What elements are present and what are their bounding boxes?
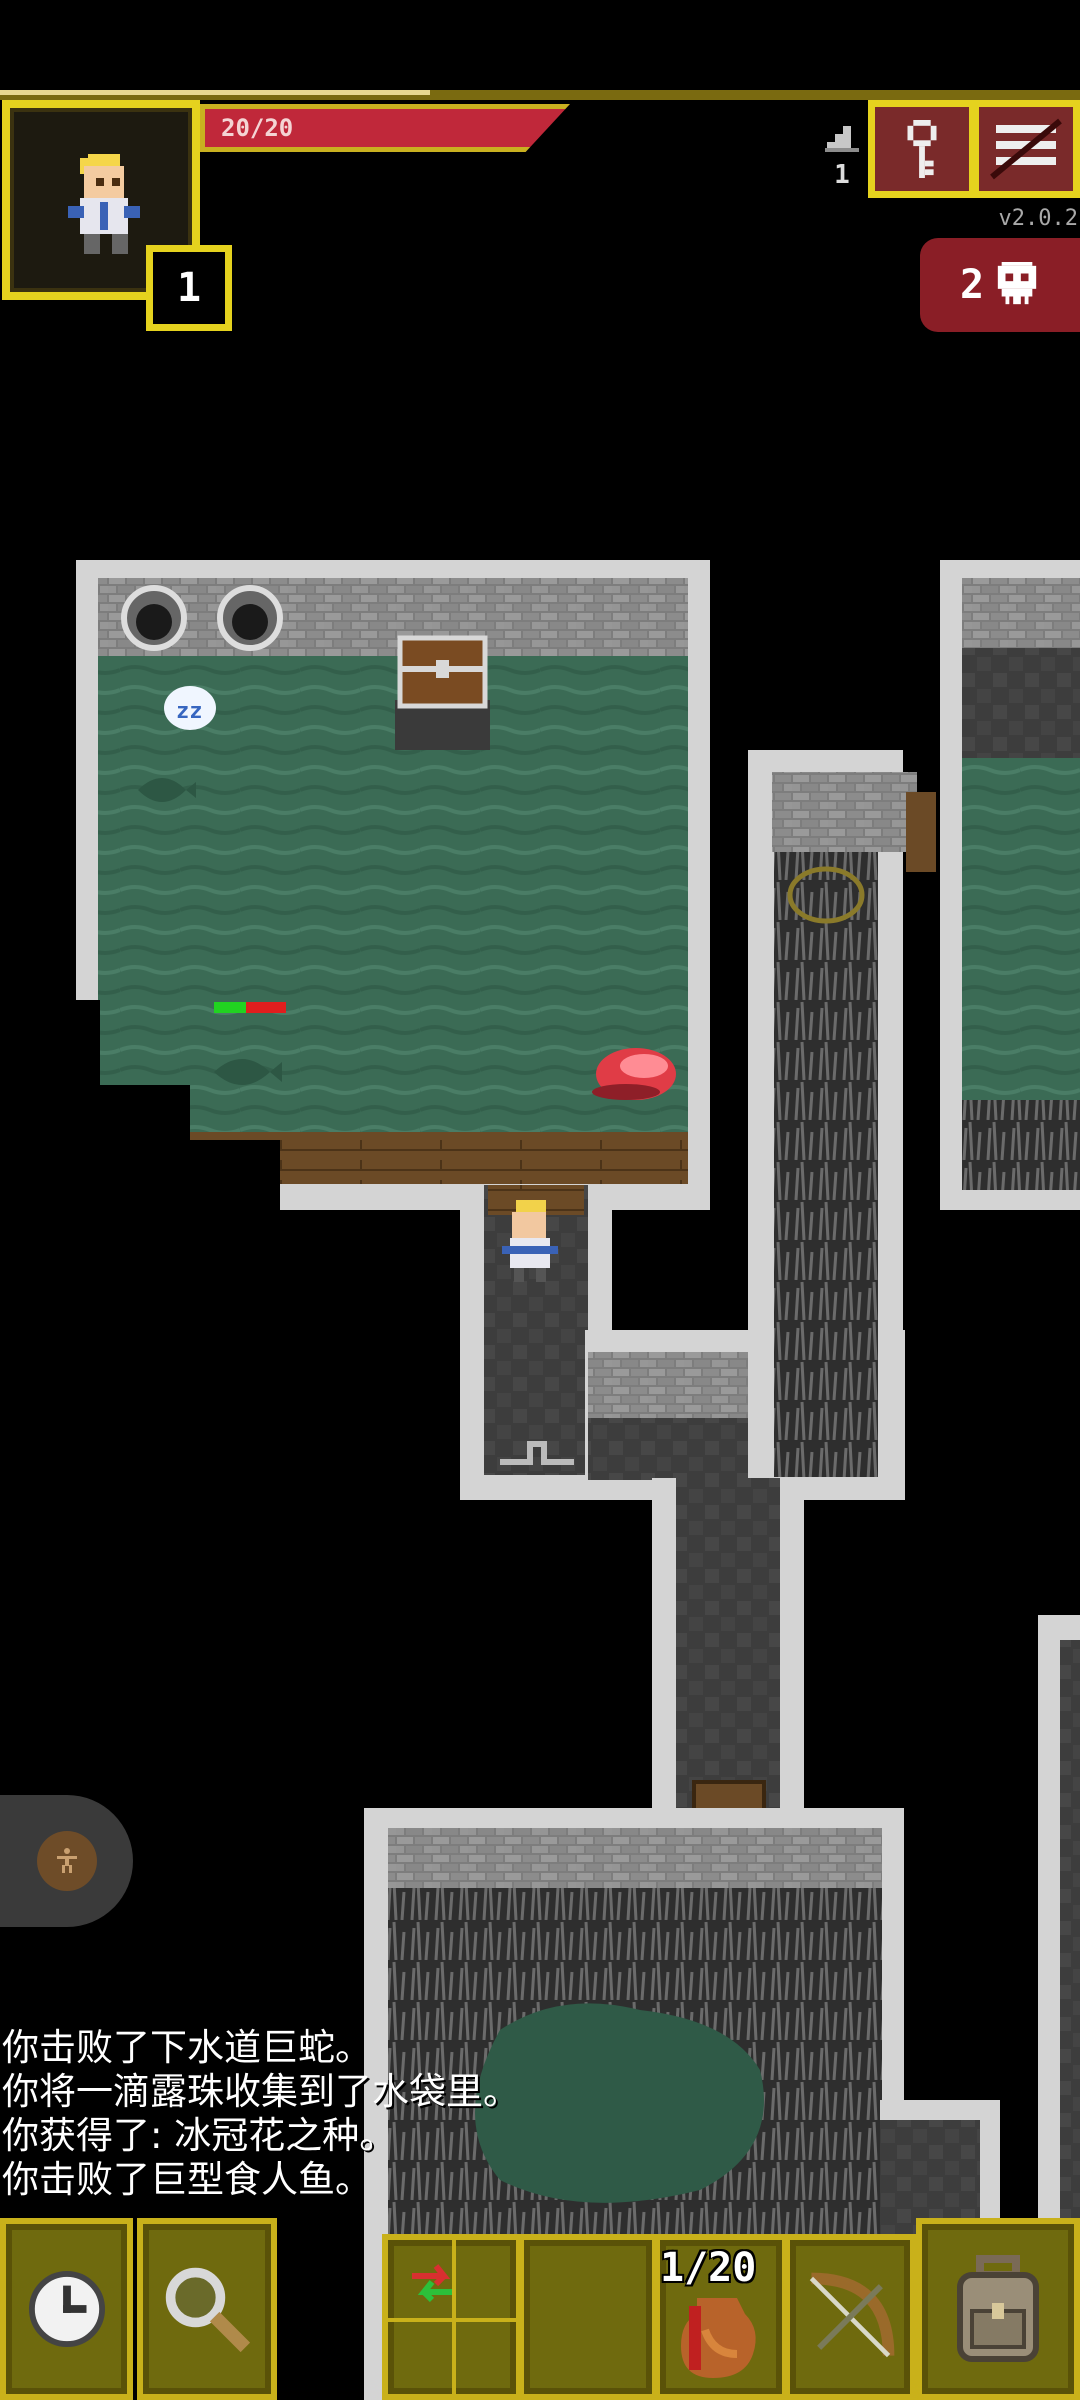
- hud-top-bar: [0, 90, 1080, 100]
- game-log: 你击败了下水道巨蛇。 你将一滴露珠收集到了水袋里。 你获得了: 冰冠花之种。 你…: [2, 2026, 1002, 2202]
- quickslot-empty[interactable]: [518, 2234, 658, 2400]
- hp-bar: 20/20: [200, 104, 570, 152]
- hero-icon: [68, 154, 140, 254]
- backpack-button[interactable]: [916, 2218, 1080, 2400]
- svg-text:zz: zz: [176, 699, 203, 724]
- corridor-brick: [772, 772, 917, 852]
- stairs-icon: [825, 126, 859, 152]
- hero-level: 1: [176, 265, 202, 311]
- tall-grass[interactable]: [774, 852, 878, 1477]
- log-line: 你获得了: 冰冠花之种。: [2, 2114, 397, 2157]
- version-label: v2.0.2: [998, 206, 1078, 231]
- menu-icon: [990, 118, 1062, 180]
- waterskin-icon: [681, 2298, 756, 2378]
- quickslot-count: 1/20: [660, 2245, 757, 2291]
- room-floor[interactable]: [962, 648, 1080, 758]
- backpack-icon: [957, 2255, 1039, 2362]
- bow-icon: [809, 2272, 895, 2358]
- log-line: 你击败了下水道巨蛇。: [2, 2026, 372, 2069]
- room-brick-wall: [388, 1828, 882, 1888]
- dewdrop-item[interactable]: zz: [164, 686, 216, 730]
- enemy-health-bar-missing: [246, 1002, 286, 1013]
- log-line: 你击败了巨型食人鱼。: [2, 2158, 372, 2201]
- quickslot-swap-button[interactable]: [382, 2234, 522, 2400]
- depth-indicator[interactable]: 1: [822, 122, 862, 190]
- accessibility-icon: [36, 1831, 97, 1891]
- magnifier-icon: [165, 2267, 251, 2353]
- depth-number: 1: [834, 160, 850, 190]
- skull-icon: [997, 262, 1037, 305]
- key-icon: [907, 120, 937, 178]
- search-button[interactable]: [137, 2218, 277, 2400]
- quickslot-bow[interactable]: [784, 2234, 916, 2400]
- danger-count: 2: [959, 262, 985, 308]
- wait-button[interactable]: [0, 2218, 133, 2400]
- log-line: 你将一滴露珠收集到了水袋里。: [2, 2070, 520, 2113]
- accessibility-handle[interactable]: [0, 1795, 133, 1927]
- menu-button[interactable]: [972, 100, 1080, 198]
- journal-button[interactable]: [868, 100, 976, 198]
- door[interactable]: [906, 792, 936, 872]
- treasure-chest[interactable]: [395, 635, 490, 750]
- hero-level-badge: 1: [146, 245, 232, 331]
- clock-icon: [28, 2270, 105, 2348]
- hp-text: 20/20: [221, 114, 294, 142]
- tall-grass[interactable]: [962, 1100, 1080, 1190]
- room-brick-wall: [962, 578, 1080, 648]
- corridor-floor[interactable]: [676, 1478, 780, 1808]
- danger-indicator[interactable]: 2: [920, 238, 1080, 332]
- enemy-health-bar: [214, 1002, 246, 1013]
